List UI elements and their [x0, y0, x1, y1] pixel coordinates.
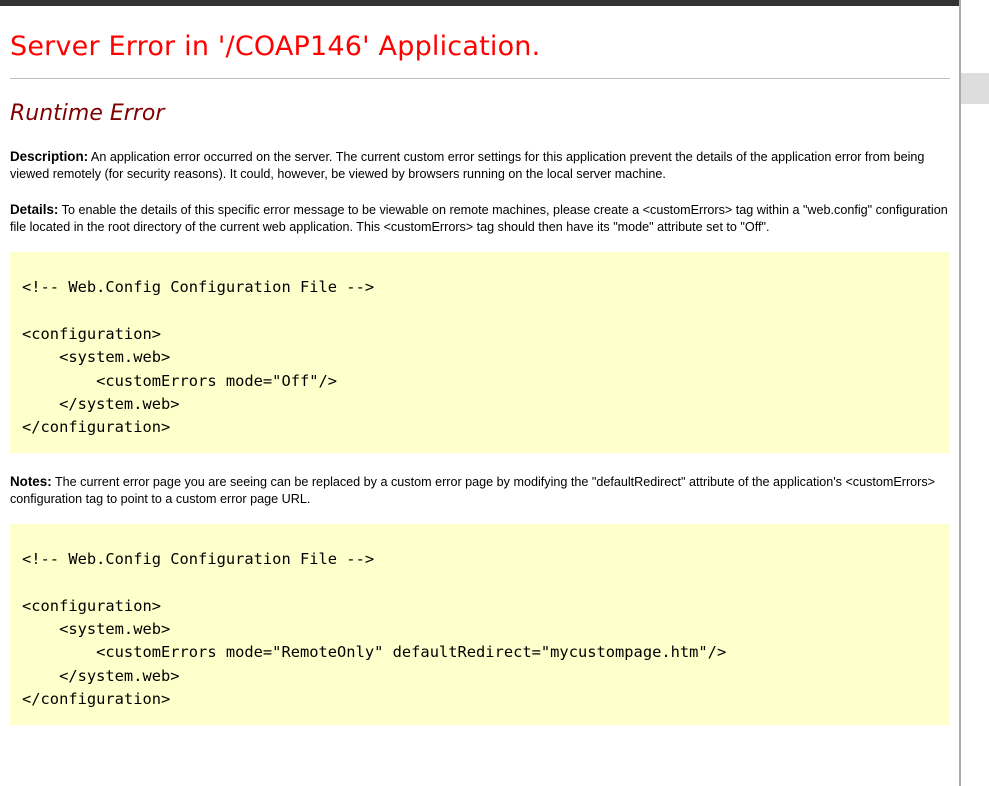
error-type-heading: Runtime Error [10, 101, 165, 126]
code-line: </system.web> [22, 395, 180, 414]
code-line: <configuration> [22, 324, 161, 343]
code-line: <customErrors mode="RemoteOnly" defaultR… [22, 643, 727, 662]
code-line: </configuration> [22, 418, 171, 437]
notes-text: The current error page you are seeing ca… [10, 474, 936, 506]
details-paragraph: Details: To enable the details of this s… [10, 201, 948, 236]
config-code-off: <!-- Web.Config Configuration File --> <… [22, 276, 950, 440]
code-line: <system.web> [22, 348, 171, 367]
code-line: <!-- Web.Config Configuration File --> [22, 278, 375, 296]
error-content: Server Error in '/COAP146' Application. … [0, 30, 959, 725]
code-line: <!-- Web.Config Configuration File --> [22, 549, 375, 568]
page-right-border [959, 0, 961, 786]
code-line: </system.web> [22, 666, 180, 685]
details-label: Details: [10, 202, 59, 217]
scrollbar-thumb[interactable] [961, 73, 989, 104]
code-line: <system.web> [22, 620, 171, 639]
description-paragraph: Description: An application error occurr… [10, 148, 948, 183]
notes-paragraph: Notes: The current error page you are se… [10, 473, 948, 508]
config-code-block-remoteonly: <!-- Web.Config Configuration File --> <… [10, 523, 950, 725]
error-page: Server Error in '/COAP146' Application. … [0, 6, 959, 786]
notes-label: Notes: [10, 473, 52, 489]
title-divider [10, 78, 950, 79]
description-text: An application error occurred on the ser… [10, 150, 925, 181]
code-line: <customErrors mode="Off"/> [22, 371, 338, 390]
code-line: <configuration> [22, 596, 161, 615]
code-line: </configuration> [22, 690, 171, 709]
description-label: Description: [10, 149, 89, 164]
config-code-remoteonly: <!-- Web.Config Configuration File --> <… [22, 548, 950, 712]
config-code-block-off: <!-- Web.Config Configuration File --> <… [10, 252, 950, 453]
page-title: Server Error in '/COAP146' Application. [10, 31, 541, 62]
details-text: To enable the details of this specific e… [10, 203, 948, 234]
